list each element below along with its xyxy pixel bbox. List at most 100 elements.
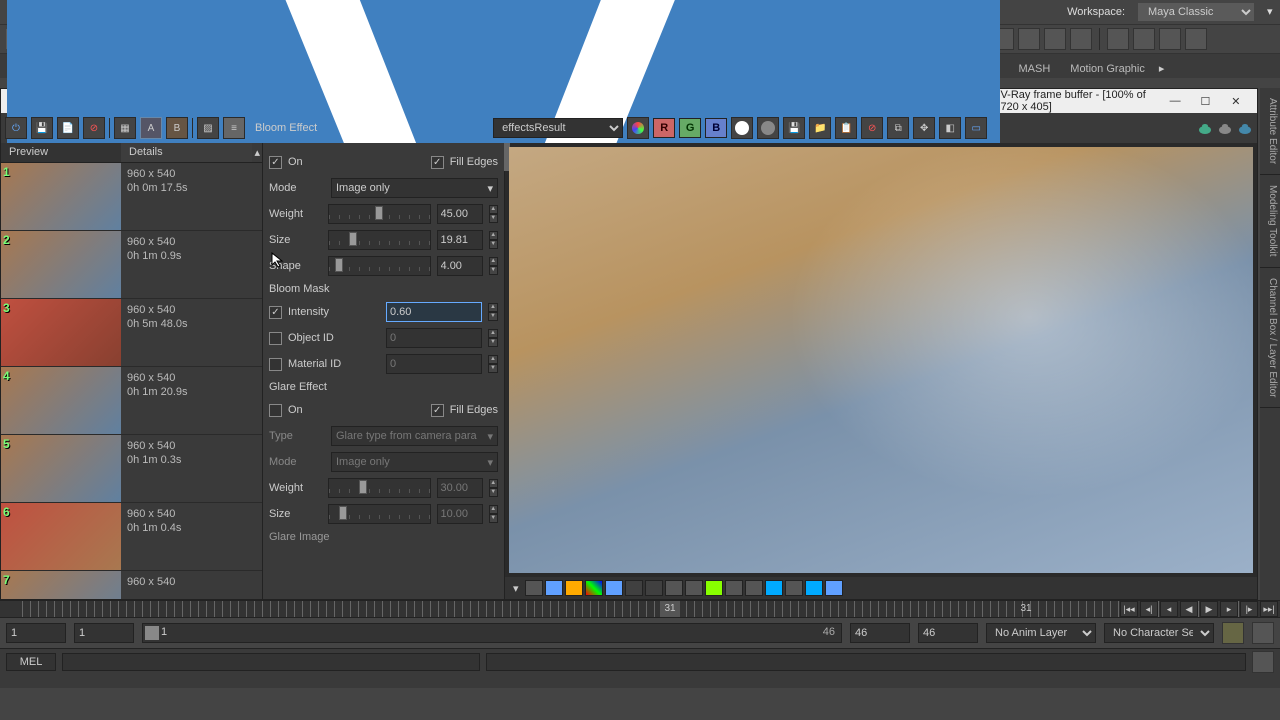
glare-weight-spinner[interactable]: ▲▼ (489, 479, 498, 497)
history-item[interactable]: 2960 x 5400h 1m 0.9s (1, 231, 262, 299)
workspace-select[interactable]: Maya Classic (1138, 3, 1254, 21)
matid-field[interactable] (386, 354, 482, 374)
save-image-icon[interactable]: 💾 (31, 117, 53, 139)
anim-layer-select[interactable]: No Anim Layer (986, 623, 1096, 643)
charset-select[interactable]: No Character Set (1104, 623, 1214, 643)
open-folder-icon[interactable]: 📁 (809, 117, 831, 139)
pause-icon[interactable] (1070, 28, 1092, 50)
render-setup-icon[interactable] (1018, 28, 1040, 50)
collapse-up-icon[interactable]: ▴ (252, 143, 262, 162)
duplicate-icon[interactable]: ⧉ (887, 117, 909, 139)
range-start2-field[interactable] (74, 623, 134, 643)
re-normal-icon[interactable] (625, 580, 643, 596)
history-item[interactable]: 6960 x 5400h 1m 0.4s (1, 503, 262, 571)
glare-mode-select[interactable]: Image only▾ (331, 452, 498, 472)
lut-icon[interactable]: ▭ (965, 117, 987, 139)
glare-type-select[interactable]: Glare type from camera para▾ (331, 426, 498, 446)
re-self-icon[interactable] (805, 580, 823, 596)
re-gi-icon[interactable] (725, 580, 743, 596)
menu-chevron-icon[interactable]: ▾ (1260, 0, 1274, 24)
save-snapshot-icon[interactable]: 💾 (783, 117, 805, 139)
weight-field[interactable] (437, 204, 483, 224)
intensity-field[interactable] (386, 302, 482, 322)
glare-filledges-checkbox[interactable] (431, 404, 444, 417)
shape-spinner[interactable]: ▲▼ (489, 257, 498, 275)
side-tab-attribute[interactable]: Attribute Editor (1260, 88, 1280, 175)
bloom-mode-select[interactable]: Image only▾ (331, 178, 498, 198)
pixel-info-icon[interactable]: ✥ (913, 117, 935, 139)
script-editor-icon[interactable] (1252, 651, 1274, 673)
panel-outliner-icon[interactable] (1185, 28, 1207, 50)
matid-spinner[interactable]: ▲▼ (488, 355, 498, 373)
region-icon[interactable]: ▦ (114, 117, 136, 139)
maximize-button[interactable]: ☐ (1190, 92, 1220, 110)
re-multi-icon[interactable] (585, 580, 603, 596)
weight-spinner[interactable]: ▲▼ (489, 205, 498, 223)
track-a-icon[interactable]: A (140, 117, 162, 139)
teapot-gray-icon[interactable] (1217, 121, 1233, 135)
details-header[interactable]: Details (121, 143, 252, 162)
glare-size-slider[interactable] (328, 504, 430, 524)
matid-checkbox[interactable] (269, 358, 282, 371)
glare-weight-slider[interactable] (328, 478, 430, 498)
shelf-tab[interactable]: Motion Graphic (1060, 60, 1155, 78)
range-start-field[interactable] (6, 623, 66, 643)
step-back-icon[interactable]: ◂ (1160, 601, 1178, 617)
size-spinner[interactable]: ▲▼ (489, 231, 498, 249)
objectid-spinner[interactable]: ▲▼ (488, 329, 498, 347)
step-forward-key-icon[interactable]: |▸ (1240, 601, 1258, 617)
play-back-icon[interactable]: ◀ (1180, 601, 1198, 617)
track-b-icon[interactable]: B (166, 117, 188, 139)
color-correct-icon[interactable]: ◧ (939, 117, 961, 139)
power-icon[interactable]: ⏻ (5, 117, 27, 139)
glare-on-checkbox[interactable] (269, 404, 282, 417)
mono-gray-icon[interactable] (757, 117, 779, 139)
re-behind-icon[interactable] (525, 580, 543, 596)
glare-weight-field[interactable] (437, 478, 483, 498)
preview-header[interactable]: Preview (1, 143, 121, 162)
delete-icon[interactable]: ⊘ (861, 117, 883, 139)
step-back-key-icon[interactable]: ◂| (1140, 601, 1158, 617)
render-globe-icon[interactable] (1044, 28, 1066, 50)
red-channel-button[interactable]: R (653, 118, 675, 138)
re-refract-icon[interactable] (705, 580, 723, 596)
shelf-tab[interactable]: MASH (1009, 60, 1061, 78)
re-rgb-icon[interactable] (545, 580, 563, 596)
range-slider[interactable]: 1 46 (142, 623, 842, 643)
prefs-icon[interactable] (1252, 622, 1274, 644)
bloom-filledges-checkbox[interactable] (431, 156, 444, 169)
re-denoise-icon[interactable] (605, 580, 623, 596)
re-extra-icon[interactable] (825, 580, 843, 596)
size-slider[interactable] (328, 230, 430, 250)
panel-layout-icon[interactable] (1107, 28, 1129, 50)
close-button[interactable]: ✕ (1221, 92, 1251, 110)
step-forward-icon[interactable]: ▸ (1220, 601, 1238, 617)
history-item[interactable]: 1960 x 5400h 0m 17.5s (1, 163, 262, 231)
goto-start-icon[interactable]: |◂◂ (1120, 601, 1138, 617)
history-item[interactable]: 7960 x 540 (1, 571, 262, 599)
mel-input[interactable] (62, 653, 480, 671)
size-field[interactable] (437, 230, 483, 250)
compare-icon[interactable]: ▨ (197, 117, 219, 139)
clear-icon[interactable]: ⊘ (83, 117, 105, 139)
re-alpha-icon[interactable] (565, 580, 583, 596)
play-forward-icon[interactable]: ▶ (1200, 601, 1218, 617)
mel-label[interactable]: MEL (6, 653, 56, 671)
re-depth-icon[interactable] (645, 580, 663, 596)
green-channel-button[interactable]: G (679, 118, 701, 138)
re-reflect-icon[interactable] (685, 580, 703, 596)
side-tab-channelbox[interactable]: Channel Box / Layer Editor (1260, 268, 1280, 409)
render-viewport[interactable] (509, 147, 1253, 573)
objectid-field[interactable] (386, 328, 482, 348)
goto-end-icon[interactable]: ▸▸| (1260, 601, 1278, 617)
clipboard-icon[interactable]: 📋 (835, 117, 857, 139)
vfb-titlebar[interactable]: V V-Ray frame buffer - [100% of 720 x 40… (1, 89, 1257, 113)
tab-scroll-right-icon[interactable]: ▸ (1155, 59, 1169, 78)
teapot-green-icon[interactable] (1197, 121, 1213, 135)
panel-split-icon[interactable] (1133, 28, 1155, 50)
re-light-icon[interactable] (745, 580, 763, 596)
weight-slider[interactable] (328, 204, 430, 224)
bloom-on-checkbox[interactable] (269, 156, 282, 169)
re-spec-icon[interactable] (765, 580, 783, 596)
channel-select[interactable]: effectsResult (493, 118, 623, 138)
